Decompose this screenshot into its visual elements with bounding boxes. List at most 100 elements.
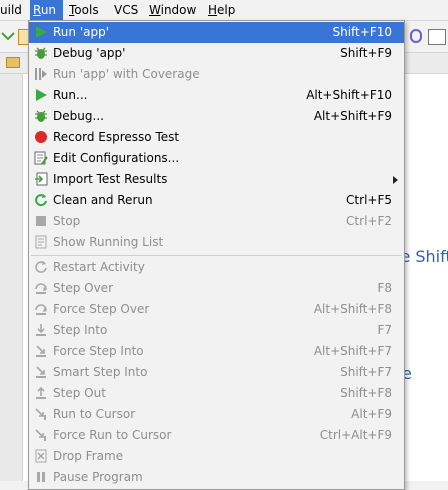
- debug-icon: [35, 110, 47, 122]
- menu-item-shortcut: Alt+Shift+F10: [306, 88, 392, 102]
- menu-item-record-espresso-test[interactable]: Record Espresso Test: [29, 127, 404, 148]
- menu-item-label: Drop Frame: [53, 449, 124, 463]
- menu-item-step-out[interactable]: Step Out Shift+F8: [29, 383, 404, 404]
- clean-rerun-icon: [35, 194, 47, 207]
- menu-tools-rest: ools: [74, 3, 99, 17]
- menu-item-run-with-coverage[interactable]: Run 'app' with Coverage: [29, 64, 404, 85]
- menu-item-label: Smart Step Into: [53, 365, 148, 379]
- smart-step-into-icon: [36, 366, 46, 378]
- menu-item-edit-configurations[interactable]: Edit Configurations...: [29, 148, 404, 169]
- menu-build[interactable]: uild: [0, 0, 25, 20]
- menu-build-label: uild: [0, 3, 22, 17]
- submenu-arrow-icon: [393, 176, 398, 184]
- menu-item-smart-step-into[interactable]: Smart Step Into Shift+F7: [29, 362, 404, 383]
- menu-item-label: Step Out: [53, 386, 106, 400]
- left-tool-strip: [0, 74, 23, 481]
- menu-item-debug-ellipsis[interactable]: Debug... Alt+Shift+F9: [29, 106, 404, 127]
- menu-item-label: Run 'app' with Coverage: [53, 67, 200, 81]
- menu-item-drop-frame[interactable]: Drop Frame: [29, 446, 404, 467]
- menu-item-shortcut: Shift+F8: [340, 386, 392, 400]
- menu-item-force-run-to-cursor[interactable]: Force Run to Cursor Ctrl+Alt+F9: [29, 425, 404, 446]
- menu-item-label: Debug...: [53, 109, 104, 123]
- menu-item-label: Step Into: [53, 323, 108, 337]
- menu-item-shortcut: F8: [377, 281, 392, 295]
- menu-item-pause-program[interactable]: Pause Program: [29, 467, 404, 488]
- toolbar-window-icon[interactable]: [428, 29, 446, 45]
- menu-item-step-over[interactable]: Step Over F8: [29, 278, 404, 299]
- coverage-icon: [35, 68, 47, 80]
- menu-run-rest: un: [40, 3, 57, 17]
- edit-config-icon: [34, 151, 48, 165]
- menu-item-run-app[interactable]: Run 'app' Shift+F10: [29, 22, 404, 43]
- menu-item-label: Force Step Over: [53, 302, 150, 316]
- folder-icon: [6, 57, 20, 68]
- menu-item-shortcut: Ctrl+Alt+F9: [319, 428, 392, 442]
- menu-item-debug-app[interactable]: Debug 'app' Shift+F9: [29, 43, 404, 64]
- menu-item-restart-activity[interactable]: Restart Activity: [29, 257, 404, 278]
- menu-item-run-ellipsis[interactable]: Run... Alt+Shift+F10: [29, 85, 404, 106]
- record-icon: [35, 131, 47, 143]
- menu-bar: uild Run Tools VCS Window Help: [0, 0, 448, 21]
- menu-item-shortcut: F7: [377, 323, 392, 337]
- menu-item-label: Force Step Into: [53, 344, 144, 358]
- menu-help-mnemonic: H: [208, 3, 218, 17]
- pause-icon: [37, 472, 45, 482]
- menu-help-rest: elp: [217, 3, 236, 17]
- menu-item-label: Step Over: [53, 281, 113, 295]
- toolbar-circle-icon[interactable]: [410, 29, 422, 43]
- menu-window-mnemonic: W: [149, 3, 161, 17]
- run-menu-dropdown: Run 'app' Shift+F10 Debug 'app' Shift+F9…: [28, 20, 405, 490]
- menu-vcs[interactable]: VCS: [111, 0, 141, 20]
- run-to-cursor-icon: [35, 408, 46, 420]
- menu-item-shortcut: Shift+F7: [340, 365, 392, 379]
- menu-item-label: Edit Configurations...: [53, 151, 180, 165]
- menu-item-shortcut: Alt+Shift+F8: [313, 302, 392, 316]
- menu-item-force-step-over[interactable]: Force Step Over Alt+Shift+F8: [29, 299, 404, 320]
- menu-vcs-label: VCS: [114, 3, 139, 17]
- menu-item-run-to-cursor[interactable]: Run to Cursor Alt+F9: [29, 404, 404, 425]
- toolbar-arrow-icon[interactable]: [0, 29, 16, 45]
- drop-frame-icon: [35, 449, 47, 463]
- menu-item-label: Import Test Results: [53, 172, 168, 186]
- menu-help[interactable]: Help: [205, 0, 238, 20]
- menu-item-label: Record Espresso Test: [53, 130, 180, 144]
- menu-item-import-test-results[interactable]: Import Test Results: [29, 169, 404, 190]
- menu-item-label: Restart Activity: [53, 260, 145, 274]
- menu-item-label: Show Running List: [53, 235, 164, 249]
- step-out-icon: [36, 386, 46, 399]
- import-icon: [35, 172, 48, 186]
- menu-separator: [31, 255, 402, 256]
- menu-item-shortcut: Alt+Shift+F7: [313, 344, 392, 358]
- menu-window-rest: indow: [160, 3, 197, 17]
- run-icon: [36, 26, 47, 38]
- menu-item-label: Run to Cursor: [53, 407, 136, 421]
- menu-item-label: Pause Program: [53, 470, 143, 484]
- force-step-over-icon: [35, 304, 47, 315]
- menu-run[interactable]: Run: [30, 0, 63, 20]
- menu-item-label: Debug 'app': [53, 46, 126, 60]
- menu-item-step-into[interactable]: Step Into F7: [29, 320, 404, 341]
- menu-run-mnemonic: R: [33, 3, 41, 17]
- debug-icon: [35, 47, 47, 59]
- running-list-icon: [35, 235, 47, 249]
- menu-tools[interactable]: Tools: [66, 0, 102, 20]
- menu-item-show-running-list[interactable]: Show Running List: [29, 232, 404, 253]
- step-into-icon: [36, 324, 46, 336]
- restart-icon: [35, 261, 47, 273]
- menu-item-label: Force Run to Cursor: [53, 428, 172, 442]
- run-icon: [36, 89, 47, 101]
- menu-window[interactable]: Window: [146, 0, 199, 20]
- step-over-icon: [35, 283, 47, 294]
- force-run-to-cursor-icon: [35, 429, 46, 441]
- force-step-into-icon: [36, 345, 46, 357]
- menu-item-shortcut: Shift+F10: [332, 25, 392, 39]
- menu-item-clean-and-rerun[interactable]: Clean and Rerun Ctrl+F5: [29, 190, 404, 211]
- menu-item-shortcut: Shift+F9: [340, 46, 392, 60]
- menu-item-force-step-into[interactable]: Force Step Into Alt+Shift+F7: [29, 341, 404, 362]
- menu-item-label: Run...: [53, 88, 88, 102]
- menu-item-shortcut: Alt+Shift+F9: [313, 109, 392, 123]
- menu-item-label: Run 'app': [53, 25, 110, 39]
- stop-icon: [36, 216, 46, 226]
- menu-item-stop[interactable]: Stop Ctrl+F2: [29, 211, 404, 232]
- menu-item-shortcut: Alt+F9: [351, 407, 392, 421]
